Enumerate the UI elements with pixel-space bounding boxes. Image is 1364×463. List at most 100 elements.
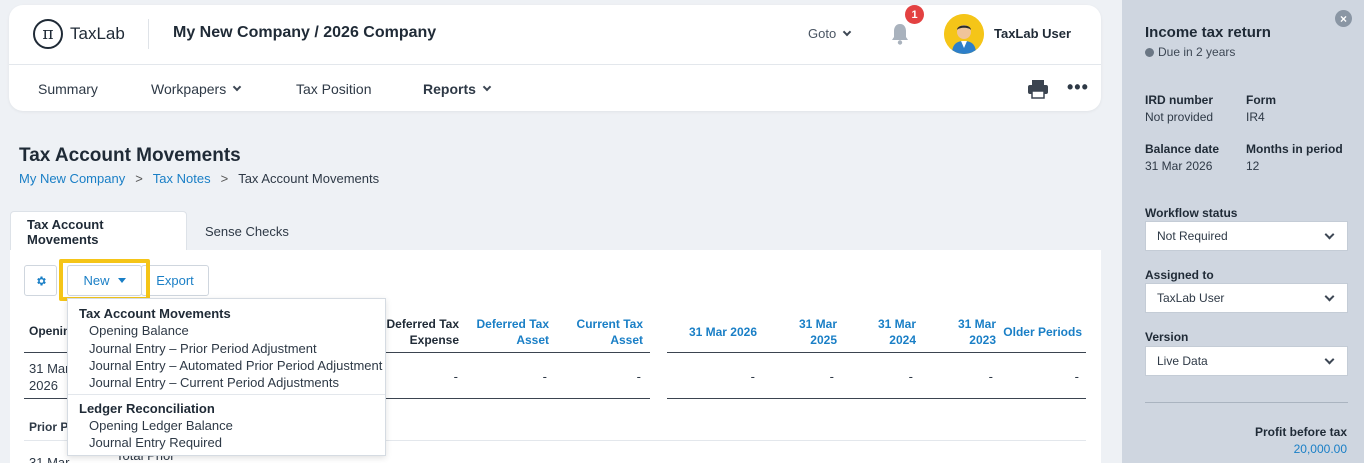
profit-before-tax-value[interactable]: 20,000.00 — [1294, 442, 1347, 456]
months-value: 12 — [1246, 159, 1260, 173]
nav-summary-label: Summary — [38, 81, 98, 97]
row-rule — [667, 398, 1086, 399]
ird-label: IRD number — [1145, 93, 1214, 107]
nav-summary[interactable]: Summary — [38, 81, 98, 97]
nav-tax-position[interactable]: Tax Position — [296, 81, 371, 97]
header-line: 2024 — [889, 333, 916, 347]
form-value: IR4 — [1246, 110, 1265, 124]
goto-dropdown[interactable]: Goto — [808, 26, 852, 41]
avatar[interactable] — [944, 14, 984, 54]
chevron-down-icon — [842, 27, 852, 36]
taxlab-logo[interactable]: π TaxLab — [33, 19, 125, 49]
version-value: Live Data — [1157, 354, 1208, 368]
header-line: 2025 — [810, 333, 837, 347]
header-bar: π TaxLab My New Company / 2026 Company G… — [9, 5, 1101, 65]
header-line: Deferred Tax — [386, 317, 459, 331]
header-line: 2023 — [969, 333, 996, 347]
nav-tax-position-label: Tax Position — [296, 81, 372, 97]
cell-value: - — [750, 369, 755, 384]
assigned-to-select[interactable]: TaxLab User — [1145, 283, 1348, 313]
menu-item-prior-period-adjustment[interactable]: Journal Entry – Prior Period Adjustment — [89, 341, 317, 356]
nav-reports-label: Reports — [423, 81, 476, 97]
balance-date-value: 31 Mar 2026 — [1145, 159, 1213, 173]
user-name[interactable]: TaxLab User — [994, 26, 1071, 41]
gear-icon — [36, 276, 46, 285]
profit-before-tax-label: Profit before tax — [1254, 425, 1347, 439]
tab-tax-account-movements[interactable]: Tax Account Movements — [10, 211, 187, 251]
header-line: 31 Mar — [877, 317, 916, 331]
col-header-deferred-tax-expense[interactable]: Deferred Tax Expense — [387, 316, 459, 348]
more-options-icon[interactable]: ••• — [1067, 77, 1089, 98]
company-title: My New Company / 2026 Company — [173, 24, 437, 41]
row-label: 31 Mar 2026 — [29, 360, 69, 394]
menu-group-tax-account-movements: Tax Account Movements — [79, 306, 231, 321]
due-text: Due in 2 years — [1158, 45, 1236, 59]
printer-icon[interactable] — [1027, 79, 1049, 99]
col-header-31-mar-2025[interactable]: 31 Mar 2025 — [799, 316, 837, 348]
breadcrumb-current: Tax Account Movements — [238, 171, 380, 186]
due-status: Due in 2 years — [1145, 45, 1235, 59]
balance-date-label: Balance date — [1145, 142, 1220, 156]
col-header-current-tax-asset[interactable]: Current Tax Asset — [577, 316, 643, 348]
clock-icon — [1145, 47, 1154, 57]
cell-value: - — [829, 369, 834, 384]
header-line: Expense — [409, 333, 459, 347]
tab-sense-checks[interactable]: Sense Checks — [189, 211, 305, 251]
page-title: Tax Account Movements — [19, 145, 241, 166]
col-header-31-mar-2024[interactable]: 31 Mar 2024 — [878, 316, 916, 348]
col-header-older-periods[interactable]: Older Periods — [1003, 324, 1082, 340]
nav-reports[interactable]: Reports — [423, 81, 492, 97]
breadcrumb-separator: > — [135, 171, 143, 186]
workflow-status-select[interactable]: Not Required — [1145, 221, 1348, 251]
menu-item-current-period-adjustments[interactable]: Journal Entry – Current Period Adjustmen… — [89, 375, 339, 390]
menu-item-journal-entry-required[interactable]: Journal Entry Required — [89, 435, 222, 450]
cell-value: - — [988, 369, 993, 384]
chevron-down-icon — [1324, 291, 1335, 302]
header-line: Deferred Tax — [476, 317, 549, 331]
row-label: 31 Mar — [29, 455, 70, 463]
breadcrumb-company[interactable]: My New Company — [19, 171, 125, 186]
bell-icon[interactable] — [889, 22, 911, 46]
menu-divider — [68, 394, 385, 395]
chevron-down-icon — [1324, 354, 1335, 365]
menu-item-opening-balance[interactable]: Opening Balance — [89, 323, 189, 338]
col-header-opening: Openin — [29, 324, 71, 338]
cell-value: - — [636, 369, 641, 384]
settings-button[interactable] — [24, 265, 57, 296]
user-avatar-icon — [944, 14, 984, 54]
version-label: Version — [1145, 330, 1189, 344]
col-header-31-mar-2023[interactable]: 31 Mar 2023 — [958, 316, 996, 348]
header-line: Asset — [516, 333, 549, 347]
header-line: Asset — [610, 333, 643, 347]
row-label-line: 31 Mar — [29, 361, 70, 376]
header-line: 31 Mar — [798, 317, 837, 331]
new-dropdown-menu: Tax Account Movements Opening Balance Jo… — [67, 298, 386, 456]
header-line: 31 Mar — [957, 317, 996, 331]
workflow-status-value: Not Required — [1157, 229, 1228, 243]
assigned-to-label: Assigned to — [1145, 268, 1214, 282]
logo-text: TaxLab — [70, 24, 125, 43]
menu-group-ledger-reconciliation: Ledger Reconciliation — [79, 401, 215, 416]
sidebar-title: Income tax return — [1145, 24, 1271, 41]
col-header-deferred-tax-asset[interactable]: Deferred Tax Asset — [477, 316, 549, 348]
nav-bar: Summary Workpapers Tax Position Reports … — [9, 65, 1101, 111]
header-divider — [148, 19, 149, 49]
pi-logo-icon: π — [33, 19, 63, 49]
nav-workpapers[interactable]: Workpapers — [151, 81, 242, 97]
menu-item-automated-prior-period-adjustment[interactable]: Journal Entry – Automated Prior Period A… — [89, 358, 382, 373]
version-select[interactable]: Live Data — [1145, 346, 1348, 376]
chevron-down-icon — [232, 82, 242, 92]
goto-label: Goto — [808, 26, 837, 41]
header-line: Current Tax — [576, 317, 643, 331]
chevron-down-icon — [1324, 229, 1335, 240]
menu-item-opening-ledger-balance[interactable]: Opening Ledger Balance — [89, 418, 233, 433]
close-icon[interactable]: × — [1335, 10, 1352, 27]
export-button[interactable]: Export — [141, 265, 209, 296]
col-header-31-mar-2026[interactable]: 31 Mar 2026 — [689, 324, 757, 340]
breadcrumb-tax-notes[interactable]: Tax Notes — [153, 171, 211, 186]
sidebar-divider — [1145, 402, 1348, 403]
header-card: π TaxLab My New Company / 2026 Company G… — [9, 5, 1101, 111]
row-label-line: 2026 — [29, 378, 58, 393]
nav-workpapers-label: Workpapers — [151, 81, 227, 97]
cell-value: - — [908, 369, 913, 384]
